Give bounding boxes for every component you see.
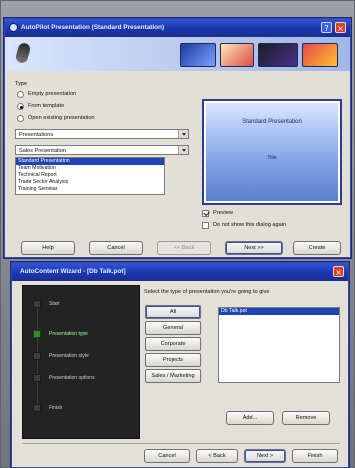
autopilot-title: AutoPilot Presentation (Standard Present… xyxy=(21,24,165,31)
template-list-item[interactable]: Technical Report xyxy=(16,172,164,179)
template-list-item[interactable]: Team Motivation xyxy=(16,165,164,172)
wizard-title: AutoContent Wizard - [Db Talk.pot] xyxy=(20,268,126,275)
do-not-show-label: Do not show this dialog again xyxy=(213,222,287,228)
wizard-cancel-button[interactable]: Cancel xyxy=(144,449,190,463)
logo-icon xyxy=(14,41,32,65)
preview-checkbox-label: Preview xyxy=(213,210,233,216)
step-node-finish xyxy=(33,404,41,412)
template-list-item[interactable]: Training Seminar xyxy=(16,186,164,193)
step-start-label: Start xyxy=(49,301,60,307)
wizard-close-button[interactable]: × xyxy=(333,266,344,277)
thumbnail-1 xyxy=(180,43,216,67)
presentation-list[interactable]: Db Talk.pot xyxy=(218,307,340,383)
category-sales-marketing-button[interactable]: Sales / Marketing xyxy=(145,369,201,383)
back-button[interactable]: << Back xyxy=(157,241,211,255)
category-all-button[interactable]: All xyxy=(145,305,201,319)
help-titlebar-button[interactable]: ? xyxy=(321,22,332,33)
bottom-separator xyxy=(22,443,340,444)
step-finish-label: Finish xyxy=(49,405,63,411)
radio-open-existing-label: Open existing presentation xyxy=(28,115,95,121)
do-not-show-checkbox[interactable] xyxy=(202,222,209,229)
template-list-item[interactable]: Standard Presentation xyxy=(16,158,164,165)
presentation-list-item[interactable]: Db Talk.pot xyxy=(219,308,339,315)
create-button[interactable]: Create xyxy=(293,241,341,255)
type-label: Type xyxy=(15,81,28,87)
radio-empty[interactable] xyxy=(17,91,24,98)
step-presentation-style-label: Presentation style xyxy=(49,353,89,359)
template-category-value: Presentations xyxy=(19,132,54,138)
radio-from-template-label: From template xyxy=(28,103,65,109)
preview-slide: Standard Presentation Title xyxy=(206,103,338,201)
category-projects-button[interactable]: Projects xyxy=(145,353,201,367)
cancel-button[interactable]: Cancel xyxy=(89,241,143,255)
banner xyxy=(5,37,350,71)
wizard-back-button[interactable]: < Back xyxy=(196,449,238,463)
step-node-presentation-options xyxy=(33,374,41,382)
wizard-next-button[interactable]: Next > xyxy=(244,449,286,463)
autocontent-wizard-dialog: AutoContent Wizard - [Db Talk.pot] × Sta… xyxy=(11,262,349,468)
thumbnail-3 xyxy=(258,43,298,67)
autopilot-dialog: AutoPilot Presentation (Standard Present… xyxy=(4,18,351,258)
template-subcategory-combo[interactable]: Sales Presentation xyxy=(15,145,189,155)
preview-checkbox[interactable] xyxy=(202,210,209,217)
wizard-finish-button[interactable]: Finish xyxy=(292,449,338,463)
radio-from-template[interactable] xyxy=(17,103,24,110)
template-category-combo[interactable]: Presentations xyxy=(15,129,189,139)
category-corporate-button[interactable]: Corporate xyxy=(145,337,201,351)
template-list-item[interactable]: Trade Sector Analysis xyxy=(16,179,164,186)
wizard-steps-panel: Start Presentation type Presentation sty… xyxy=(22,285,140,439)
close-icon: × xyxy=(335,268,342,277)
add-button[interactable]: Add... xyxy=(226,411,274,425)
template-preview: Standard Presentation Title xyxy=(202,99,342,205)
radio-empty-label: Empty presentation xyxy=(28,91,77,97)
thumbnail-2 xyxy=(220,43,254,67)
step-presentation-options-label: Presentation options xyxy=(49,375,95,381)
chevron-down-icon[interactable] xyxy=(178,130,188,138)
step-node-start xyxy=(33,300,41,308)
app-icon xyxy=(9,23,18,32)
radio-open-existing[interactable] xyxy=(17,115,24,122)
preview-slide-subtitle: Title xyxy=(267,155,277,161)
help-button[interactable]: Help xyxy=(21,241,75,255)
wizard-prompt: Select the type of presentation you're g… xyxy=(144,289,270,295)
remove-button[interactable]: Remove xyxy=(282,411,330,425)
template-subcategory-value: Sales Presentation xyxy=(19,148,66,154)
wizard-titlebar: AutoContent Wizard - [Db Talk.pot] xyxy=(12,263,348,281)
chevron-down-icon[interactable] xyxy=(178,146,188,154)
step-node-presentation-type xyxy=(33,330,41,338)
category-general-button[interactable]: General xyxy=(145,321,201,335)
step-node-presentation-style xyxy=(33,352,41,360)
template-list[interactable]: Standard Presentation Team Motivation Te… xyxy=(15,157,165,195)
step-presentation-type-label: Presentation type xyxy=(49,331,88,337)
close-titlebar-button[interactable]: × xyxy=(335,22,346,33)
close-icon: × xyxy=(337,24,344,33)
autopilot-titlebar: AutoPilot Presentation (Standard Present… xyxy=(5,19,350,37)
next-button[interactable]: Next >> xyxy=(225,241,283,255)
banner-thumbnails xyxy=(180,43,340,67)
question-icon: ? xyxy=(324,24,329,33)
preview-slide-title: Standard Presentation xyxy=(242,119,302,125)
thumbnail-4 xyxy=(302,43,338,67)
